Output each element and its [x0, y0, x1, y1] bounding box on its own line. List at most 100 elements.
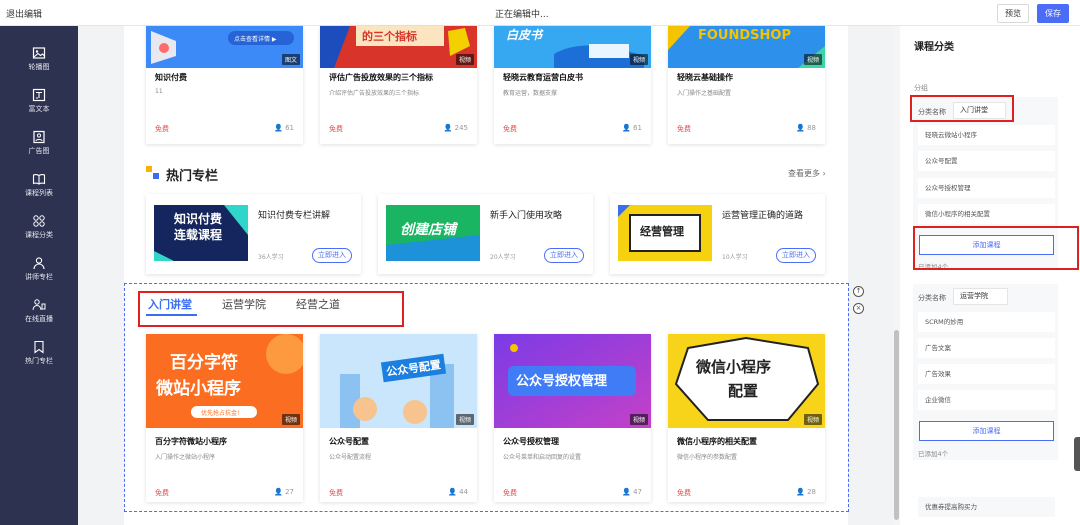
- media-type-badge: 视频: [629, 414, 648, 425]
- move-up-icon[interactable]: ↑: [853, 286, 864, 297]
- side-handle[interactable]: [1074, 437, 1080, 471]
- banner-line2: 配置: [728, 382, 759, 400]
- hot-column-title: 热门专栏: [166, 169, 219, 184]
- sidebar-item-hot-column[interactable]: 热门专栏: [0, 340, 78, 376]
- enter-now-button[interactable]: 立即进入: [544, 248, 584, 263]
- category-course-item[interactable]: 公众号授权管理: [918, 178, 1055, 198]
- course-thumbnail: 百分字符 微站小程序 优先抢占抗金! 视频: [146, 334, 303, 428]
- course-subtitle: 入门操作之基础配置: [677, 90, 732, 97]
- learner-count: 👤 47: [622, 488, 642, 496]
- course-card[interactable]: 的三个指标 视频 评估广告投放效果的三个指标 介绍评估广告投放效果的三个指标 免…: [320, 26, 477, 144]
- course-card[interactable]: 百分字符 微站小程序 优先抢占抗金! 视频 百分字符微站小程序 入门操作之微站小…: [146, 334, 303, 502]
- add-course-button[interactable]: 添加课程: [919, 421, 1054, 441]
- banner-text: 的三个指标: [362, 30, 417, 43]
- column-learners: 20人学习: [490, 254, 516, 261]
- price-label: 免费: [155, 125, 169, 133]
- course-card[interactable]: 白皮书 视频 轻晓云教育运营白皮书 教育运营，数据支撑 免费 👤 61: [494, 26, 651, 144]
- scrollbar-thumb[interactable]: [894, 330, 899, 520]
- course-thumbnail: FOUNDSHOP 视频: [668, 26, 825, 68]
- tabs-highlight-box: [138, 291, 404, 327]
- price-label: 免费: [503, 489, 517, 497]
- delete-icon[interactable]: ×: [853, 303, 864, 314]
- category-course-item[interactable]: 广告文案: [918, 338, 1055, 358]
- column-title: 新手入门使用攻略: [490, 211, 563, 221]
- category-course-item[interactable]: 轻晓云微站小程序: [918, 125, 1055, 145]
- bookmark-icon: [34, 340, 44, 354]
- category-name-input[interactable]: 运营学院: [953, 288, 1008, 305]
- save-button[interactable]: 保存: [1037, 4, 1069, 23]
- sidebar-item-teacher[interactable]: 讲师专栏: [0, 256, 78, 292]
- group-section-label: 分组: [914, 84, 928, 92]
- course-card[interactable]: 点击查看详情 ▶ 图文 知识付费 11 免费 👤 61: [146, 26, 303, 144]
- banner-line1: 百分字符: [170, 353, 238, 373]
- sidebar-item-label: 热门专栏: [25, 357, 53, 365]
- category-name-label: 分类名称: [918, 294, 946, 302]
- course-subtitle: 公众号菜单和启动回复的设置: [503, 454, 582, 461]
- banner-text: 白皮书: [506, 28, 543, 42]
- sidebar-item-rich-text[interactable]: 富文本: [0, 88, 78, 124]
- course-card[interactable]: 公众号授权管理 视频 公众号授权管理 公众号菜单和启动回复的设置 免费 👤 47: [494, 334, 651, 502]
- course-thumbnail: 点击查看详情 ▶ 图文: [146, 26, 303, 68]
- teacher-icon: [33, 257, 45, 270]
- learner-count: 👤 245: [443, 124, 468, 132]
- category-course-item[interactable]: 企业微信: [918, 390, 1055, 410]
- live-icon: [32, 299, 46, 311]
- media-type-badge: 视频: [281, 414, 300, 425]
- exit-edit-link[interactable]: 退出编辑: [6, 7, 42, 20]
- course-subtitle: 公众号配置流程: [329, 454, 372, 461]
- category-course-item[interactable]: 优惠券提高购买力: [918, 497, 1055, 517]
- course-subtitle: 11: [155, 88, 163, 95]
- category-course-item[interactable]: SCRM的妙用: [918, 312, 1055, 332]
- media-type-badge: 视频: [455, 54, 474, 65]
- sidebar-item-label: 富文本: [28, 105, 50, 113]
- sidebar-item-label: 课程列表: [25, 189, 53, 197]
- column-thumbnail: 经营管理: [618, 205, 712, 261]
- sidebar-item-ad-image[interactable]: 广告图: [0, 130, 78, 166]
- sidebar-item-course-category[interactable]: 课程分类: [0, 214, 78, 250]
- enter-now-button[interactable]: 立即进入: [312, 248, 352, 263]
- course-title: 百分字符微站小程序: [155, 437, 227, 446]
- panel-title: 课程分类: [914, 42, 954, 53]
- sidebar-item-label: 课程分类: [25, 231, 53, 239]
- course-subtitle: 微信小程序的参数配置: [677, 454, 738, 461]
- name-highlight-box: [910, 95, 1014, 122]
- learner-count: 👤 44: [448, 488, 468, 496]
- course-title: 知识付费: [155, 73, 187, 82]
- sidebar-item-live[interactable]: 在线直播: [0, 298, 78, 334]
- column-thumbnail: 知识付费 连载课程: [154, 205, 248, 261]
- preview-button[interactable]: 预览: [997, 4, 1029, 23]
- column-banner-text: 知识付费 连载课程: [174, 212, 223, 242]
- category-course-item[interactable]: 微信小程序的相关配置: [918, 204, 1055, 224]
- add-highlight-box: [913, 226, 1079, 270]
- price-label: 免费: [329, 125, 343, 133]
- see-more-link[interactable]: 查看更多 ›: [788, 168, 826, 179]
- course-subtitle: 入门操作之微站小程序: [155, 454, 216, 461]
- enter-now-button[interactable]: 立即进入: [776, 248, 816, 263]
- course-thumbnail: 的三个指标 视频: [320, 26, 477, 68]
- banner-tag: 优先抢占抗金!: [201, 410, 240, 417]
- course-thumbnail: 公众号授权管理 视频: [494, 334, 651, 428]
- hot-column-card[interactable]: 知识付费 连载课程 知识付费专栏讲解 36人学习 立即进入: [146, 194, 361, 274]
- ad-image-icon: [33, 130, 45, 144]
- column-learners: 10人学习: [722, 254, 748, 261]
- column-learners: 36人学习: [258, 254, 284, 261]
- media-type-badge: 视频: [803, 54, 822, 65]
- svg-text:点击查看详情 ▶: 点击查看详情 ▶: [234, 35, 277, 43]
- course-card[interactable]: FOUNDSHOP 视频 轻晓云基础操作 入门操作之基础配置 免费 👤 88: [668, 26, 825, 144]
- image-icon: [32, 47, 46, 59]
- learner-count: 👤 88: [796, 124, 816, 132]
- editing-status: 正在编辑中...: [495, 10, 549, 20]
- learner-count: 👤 61: [274, 124, 294, 132]
- course-thumbnail: 微信小程序 配置 视频: [668, 334, 825, 428]
- course-title: 轻晓云基础操作: [677, 73, 733, 82]
- hot-column-card[interactable]: 经营管理 运营管理正确的道路 10人学习 立即进入: [610, 194, 825, 274]
- course-title: 公众号配置: [329, 437, 369, 446]
- sidebar-item-course-list[interactable]: 课程列表: [0, 172, 78, 208]
- sidebar-item-carousel[interactable]: 轮播图: [0, 46, 78, 82]
- course-card[interactable]: 公众号配置 视频 公众号配置 公众号配置流程 免费 👤 44: [320, 334, 477, 502]
- category-course-item[interactable]: 公众号配置: [918, 151, 1055, 171]
- hot-column-card[interactable]: 创建店铺 新手入门使用攻略 20人学习 立即进入: [378, 194, 593, 274]
- media-type-badge: 视频: [455, 414, 474, 425]
- course-card[interactable]: 微信小程序 配置 视频 微信小程序的相关配置 微信小程序的参数配置 免费 👤 2…: [668, 334, 825, 502]
- category-course-item[interactable]: 广告效果: [918, 364, 1055, 384]
